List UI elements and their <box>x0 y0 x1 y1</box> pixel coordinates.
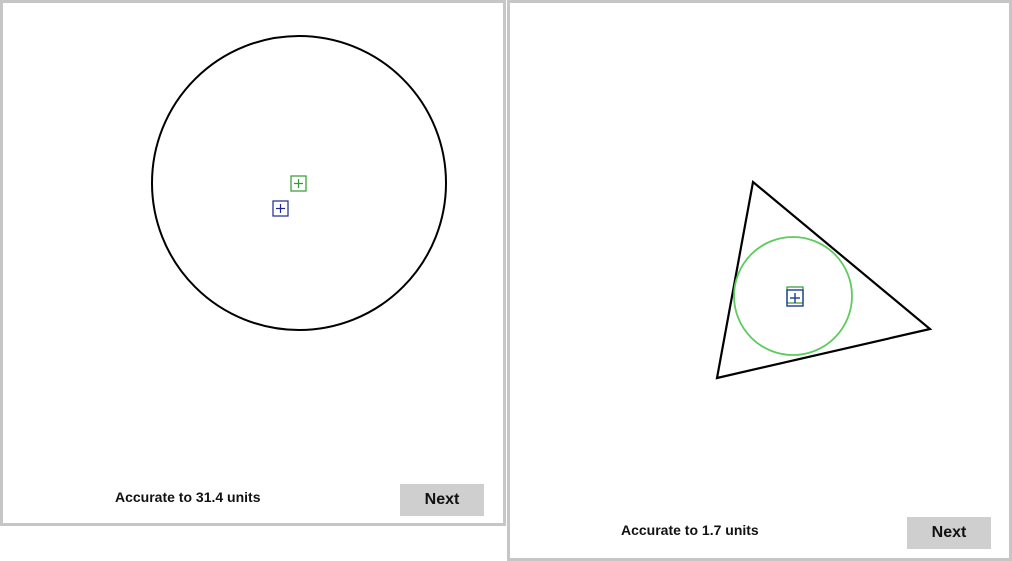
left-game-panel: Accurate to 31.4 units Next <box>0 0 506 526</box>
guess-marker-icon <box>272 200 289 217</box>
next-button[interactable]: Next <box>400 484 484 516</box>
right-game-panel: Accurate to 1.7 units Next <box>507 0 1012 561</box>
target-center-marker-icon <box>290 175 307 192</box>
left-drawing-board[interactable] <box>3 3 503 473</box>
accuracy-status: Accurate to 1.7 units <box>621 522 759 538</box>
next-button[interactable]: Next <box>907 517 991 549</box>
right-drawing-board[interactable] <box>510 3 1010 503</box>
accuracy-status: Accurate to 31.4 units <box>115 489 261 505</box>
target-triangle <box>715 179 933 380</box>
